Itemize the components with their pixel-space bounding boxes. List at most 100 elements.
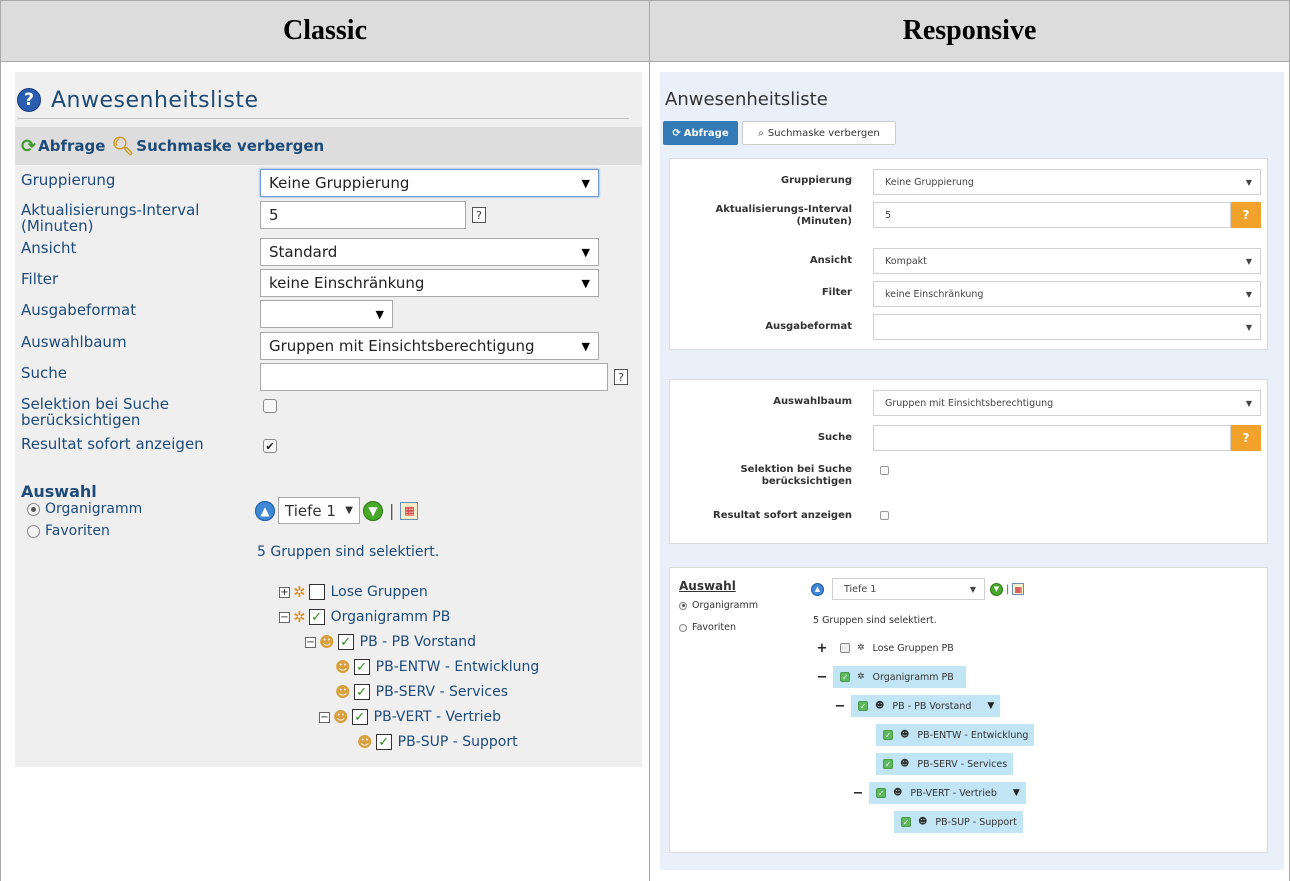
resultat-checkbox[interactable] — [880, 511, 889, 520]
suche-help-button[interactable]: ? — [1231, 425, 1261, 451]
tree-checkbox[interactable]: ✓ — [351, 709, 368, 725]
tree-checkbox[interactable]: ✓ — [876, 788, 886, 798]
gruppierung-label: Gruppierung — [21, 171, 116, 189]
tree-node[interactable]: + ✲ Lose Gruppen — [279, 583, 428, 601]
tree-label: PB-ENTW - Entwicklung — [375, 659, 540, 675]
classic-toolbar: ⟳ Abfrage 🔍︎ Suchmaske verbergen — [15, 127, 642, 165]
query-button[interactable]: ⟳ Abfrage — [663, 121, 738, 145]
gruppierung-select[interactable]: Keine Gruppierung ▼ — [873, 169, 1261, 195]
radio-organigramm[interactable]: Organigramm — [27, 501, 142, 517]
tree-checkbox[interactable]: ✓ — [353, 659, 370, 675]
arrow-up-icon[interactable]: ▲ — [255, 500, 275, 521]
collapse-icon[interactable]: − — [811, 666, 833, 688]
tree-checkbox[interactable]: ✓ — [353, 684, 370, 700]
ansicht-select[interactable]: Kompakt ▼ — [873, 248, 1261, 274]
tree-node[interactable]: ✓ ☻ PB-SERV - Services — [876, 753, 1014, 775]
tree-checkbox[interactable]: ✓ — [883, 730, 893, 740]
expand-icon[interactable]: + — [811, 637, 833, 659]
caret-down-icon[interactable]: ▼ — [981, 701, 1000, 711]
interval-label: Aktualisierungs-Interval (Minuten) — [21, 201, 200, 235]
dropdown-arrow-icon: ▼ — [1245, 289, 1252, 299]
suche-input[interactable] — [260, 363, 608, 391]
tree-node[interactable]: − ✓ ✲ Organigramm PB — [811, 666, 966, 688]
hide-search-button[interactable]: 🔍︎ Suchmaske verbergen — [111, 136, 324, 157]
expand-icon[interactable]: + — [279, 586, 290, 598]
org-chart-icon[interactable]: ▦ — [400, 501, 419, 520]
arrow-down-icon[interactable]: ▼ — [990, 582, 1003, 596]
collapse-icon[interactable]: − — [829, 695, 851, 717]
auswahlbaum-select[interactable]: Gruppen mit Einsichtsberechtigung ▼ — [873, 390, 1261, 416]
classic-panel: ? Anwesenheitsliste ⟳ Abfrage 🔍︎ Suchmas… — [15, 72, 642, 767]
users-icon: ☻ — [357, 733, 373, 751]
tree-checkbox[interactable]: ✓ — [337, 634, 354, 650]
interval-input[interactable]: 5 — [873, 202, 1231, 228]
ausgabeformat-label: Ausgabeformat — [765, 321, 852, 332]
radio-button[interactable] — [27, 524, 40, 538]
ausgabeformat-select[interactable]: ▼ — [873, 314, 1261, 340]
dropdown-arrow-icon: ▼ — [1245, 256, 1252, 266]
hide-search-button[interactable]: ⌕ Suchmaske verbergen — [742, 121, 896, 145]
tree-checkbox[interactable]: ✓ — [840, 672, 850, 682]
collapse-icon[interactable]: − — [319, 711, 330, 723]
filter-select[interactable]: keine Einschränkung ▼ — [873, 281, 1261, 307]
filter-select[interactable]: keine Einschränkung ▼ — [260, 269, 599, 297]
arrow-down-icon[interactable]: ▼ — [363, 500, 383, 521]
page-title: Anwesenheitsliste — [51, 87, 259, 113]
selektion-checkbox[interactable] — [263, 399, 277, 413]
tree-node[interactable]: − ☻ ✓ PB-VERT - Vertrieb — [319, 708, 501, 726]
tree-checkbox[interactable]: ✓ — [883, 759, 893, 769]
tree-checkbox[interactable]: ✓ — [375, 734, 392, 750]
help-circle-icon[interactable]: ? — [17, 88, 41, 112]
tree-label: PB-ENTW - Entwicklung — [917, 729, 1029, 741]
org-chart-icon[interactable]: ▦ — [1012, 583, 1025, 595]
tree-node[interactable]: + ✲ Lose Gruppen PB — [811, 637, 954, 659]
interval-help-button[interactable]: ? — [1231, 202, 1261, 228]
interval-input[interactable]: 5 — [260, 201, 466, 229]
tree-checkbox[interactable]: ✓ — [858, 701, 868, 711]
auswahlbaum-label: Auswahlbaum — [21, 333, 127, 351]
arrow-up-icon[interactable]: ▲ — [811, 582, 824, 596]
dropdown-arrow-icon: ▼ — [969, 584, 976, 594]
tree-node[interactable]: − ☻ ✓ PB - PB Vorstand — [305, 633, 476, 651]
radio-button[interactable] — [27, 502, 40, 516]
radio-favoriten[interactable]: Favoriten — [679, 622, 736, 633]
tree-node[interactable]: ☻ ✓ PB-SUP - Support — [357, 733, 518, 751]
auswahl-panel: Auswahl Organigramm Favoriten ▲ Tiefe 1 … — [669, 567, 1268, 853]
collapse-icon[interactable]: − — [279, 611, 290, 623]
query-button[interactable]: ⟳ Abfrage — [21, 136, 105, 157]
gruppierung-select[interactable]: Keine Gruppierung ▼ — [260, 169, 599, 197]
radio-label: Organigramm — [45, 501, 143, 517]
gruppierung-value: Keine Gruppierung — [269, 174, 410, 192]
tiefe-select[interactable]: Tiefe 1 ▼ — [278, 497, 360, 524]
suche-help-icon[interactable]: ? — [614, 369, 628, 385]
radio-favoriten[interactable]: Favoriten — [27, 523, 110, 539]
tree-checkbox[interactable]: ✓ — [308, 609, 325, 625]
tree-checkbox[interactable]: ✓ — [901, 817, 911, 827]
interval-help-icon[interactable]: ? — [472, 207, 486, 223]
ansicht-select[interactable]: Standard ▼ — [260, 238, 599, 266]
caret-down-icon[interactable]: ▼ — [1007, 788, 1026, 798]
ausgabeformat-select[interactable]: ▼ — [260, 300, 393, 328]
radio-button[interactable] — [679, 623, 687, 632]
tree-node[interactable]: ✓ ☻ PB-ENTW - Entwicklung — [876, 724, 1035, 746]
collapse-icon[interactable]: − — [305, 636, 316, 648]
tree-node[interactable]: ☻ ✓ PB-SERV - Services — [335, 683, 508, 701]
auswahlbaum-select[interactable]: Gruppen mit Einsichtsberechtigung ▼ — [260, 332, 599, 360]
collapse-icon[interactable]: − — [847, 782, 869, 804]
dropdown-arrow-icon: ▼ — [581, 276, 590, 290]
radio-button[interactable] — [679, 601, 687, 610]
users-icon: ☻ — [335, 658, 351, 676]
tree-node[interactable]: − ✲ ✓ Organigramm PB — [279, 608, 450, 626]
selektion-checkbox[interactable] — [880, 466, 889, 475]
tiefe-select[interactable]: Tiefe 1 ▼ — [832, 578, 985, 600]
tree-checkbox[interactable] — [308, 584, 325, 600]
tree-label: PB-VERT - Vertrieb — [373, 709, 502, 725]
resultat-checkbox[interactable]: ✔ — [263, 439, 277, 453]
tree-node[interactable]: − ✓ ☻ PB - PB Vorstand ▼ — [829, 695, 1001, 717]
tree-node[interactable]: − ✓ ☻ PB-VERT - Vertrieb ▼ — [847, 782, 1026, 804]
tree-node[interactable]: ✓ ☻ PB-SUP - Support — [894, 811, 1023, 833]
suche-input[interactable] — [873, 425, 1231, 451]
radio-organigramm[interactable]: Organigramm — [679, 600, 758, 611]
tree-checkbox[interactable] — [840, 643, 850, 653]
tree-node[interactable]: ☻ ✓ PB-ENTW - Entwicklung — [335, 658, 539, 676]
